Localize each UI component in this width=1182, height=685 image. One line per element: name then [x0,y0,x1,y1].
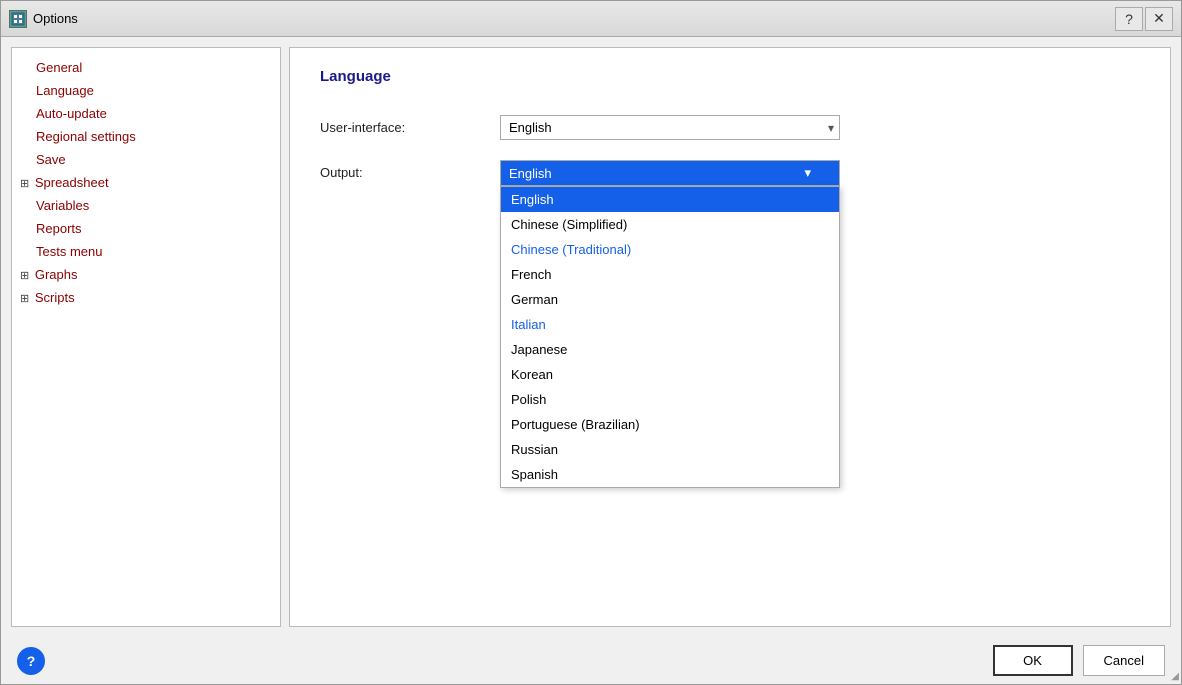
output-select-box[interactable]: English ▾ [500,160,840,186]
sidebar-item-variables[interactable]: Variables [12,194,280,217]
output-selected-value: English [509,166,552,181]
lang-option-spanish[interactable]: Spanish [501,462,839,487]
dialog-content: General Language Auto-update Regional se… [1,37,1181,637]
sidebar-item-scripts[interactable]: ⊞ Scripts [12,286,280,309]
output-language-dropdown: English ▾ English Chinese (Simplified) C… [500,160,840,186]
help-button[interactable]: ? [17,647,45,675]
ui-language-row: User-interface: English ▾ [320,115,1140,140]
help-title-button[interactable]: ? [1115,7,1143,31]
sidebar-item-tests-menu-label: Tests menu [36,244,102,259]
sidebar-item-auto-update-label: Auto-update [36,106,107,121]
close-button[interactable]: ✕ [1145,7,1173,31]
sidebar-item-graphs-label: Graphs [35,267,78,282]
footer-left: ? [17,647,45,675]
lang-option-chinese-traditional[interactable]: Chinese (Traditional) [501,237,839,262]
lang-option-portuguese-brazilian[interactable]: Portuguese (Brazilian) [501,412,839,437]
sidebar: General Language Auto-update Regional se… [11,47,281,627]
sidebar-item-language[interactable]: Language [12,79,280,102]
sidebar-item-general-label: General [36,60,82,75]
ui-language-label: User-interface: [320,120,500,135]
dialog-footer: ? OK Cancel [1,637,1181,684]
main-panel: Language User-interface: English ▾ Outpu… [289,47,1171,627]
sidebar-item-variables-label: Variables [36,198,89,213]
title-bar: Options ? ✕ [1,1,1181,37]
lang-option-german[interactable]: German [501,287,839,312]
lang-option-japanese[interactable]: Japanese [501,337,839,362]
spreadsheet-expand-icon: ⊞ [20,177,29,190]
sidebar-item-auto-update[interactable]: Auto-update [12,102,280,125]
window-controls: ? ✕ [1115,7,1173,31]
graphs-expand-icon: ⊞ [20,269,29,282]
app-icon [9,10,27,28]
sidebar-item-general[interactable]: General [12,56,280,79]
ui-language-select[interactable]: English [500,115,840,140]
output-dropdown-arrow-icon: ▾ [804,165,811,181]
sidebar-item-save-label: Save [36,152,66,167]
sidebar-item-tests-menu[interactable]: Tests menu [12,240,280,263]
sidebar-item-graphs[interactable]: ⊞ Graphs [12,263,280,286]
lang-option-korean[interactable]: Korean [501,362,839,387]
panel-title: Language [320,68,1140,85]
sidebar-item-regional-settings-label: Regional settings [36,129,136,144]
lang-option-polish[interactable]: Polish [501,387,839,412]
sidebar-item-scripts-label: Scripts [35,290,75,305]
lang-option-french[interactable]: French [501,262,839,287]
ui-language-control: English ▾ [500,115,840,140]
sidebar-item-spreadsheet-label: Spreadsheet [35,175,109,190]
output-language-list: English Chinese (Simplified) Chinese (Tr… [500,186,840,488]
lang-option-english[interactable]: English [501,187,839,212]
sidebar-item-regional-settings[interactable]: Regional settings [12,125,280,148]
ok-button[interactable]: OK [993,645,1073,676]
lang-option-italian[interactable]: Italian [501,312,839,337]
lang-option-chinese-simplified[interactable]: Chinese (Simplified) [501,212,839,237]
sidebar-item-spreadsheet[interactable]: ⊞ Spreadsheet [12,171,280,194]
resize-handle[interactable]: ◢ [1171,671,1179,682]
cancel-button[interactable]: Cancel [1083,645,1165,676]
options-dialog: Options ? ✕ General Language Auto-update… [0,0,1182,685]
footer-right: OK Cancel [993,645,1165,676]
scripts-expand-icon: ⊞ [20,292,29,305]
output-language-row: Output: English ▾ English Chinese (Simpl… [320,160,1140,186]
sidebar-item-language-label: Language [36,83,94,98]
window-title: Options [33,11,1115,26]
lang-option-russian[interactable]: Russian [501,437,839,462]
sidebar-item-save[interactable]: Save [12,148,280,171]
output-language-label: Output: [320,160,500,180]
sidebar-item-reports-label: Reports [36,221,82,236]
sidebar-item-reports[interactable]: Reports [12,217,280,240]
